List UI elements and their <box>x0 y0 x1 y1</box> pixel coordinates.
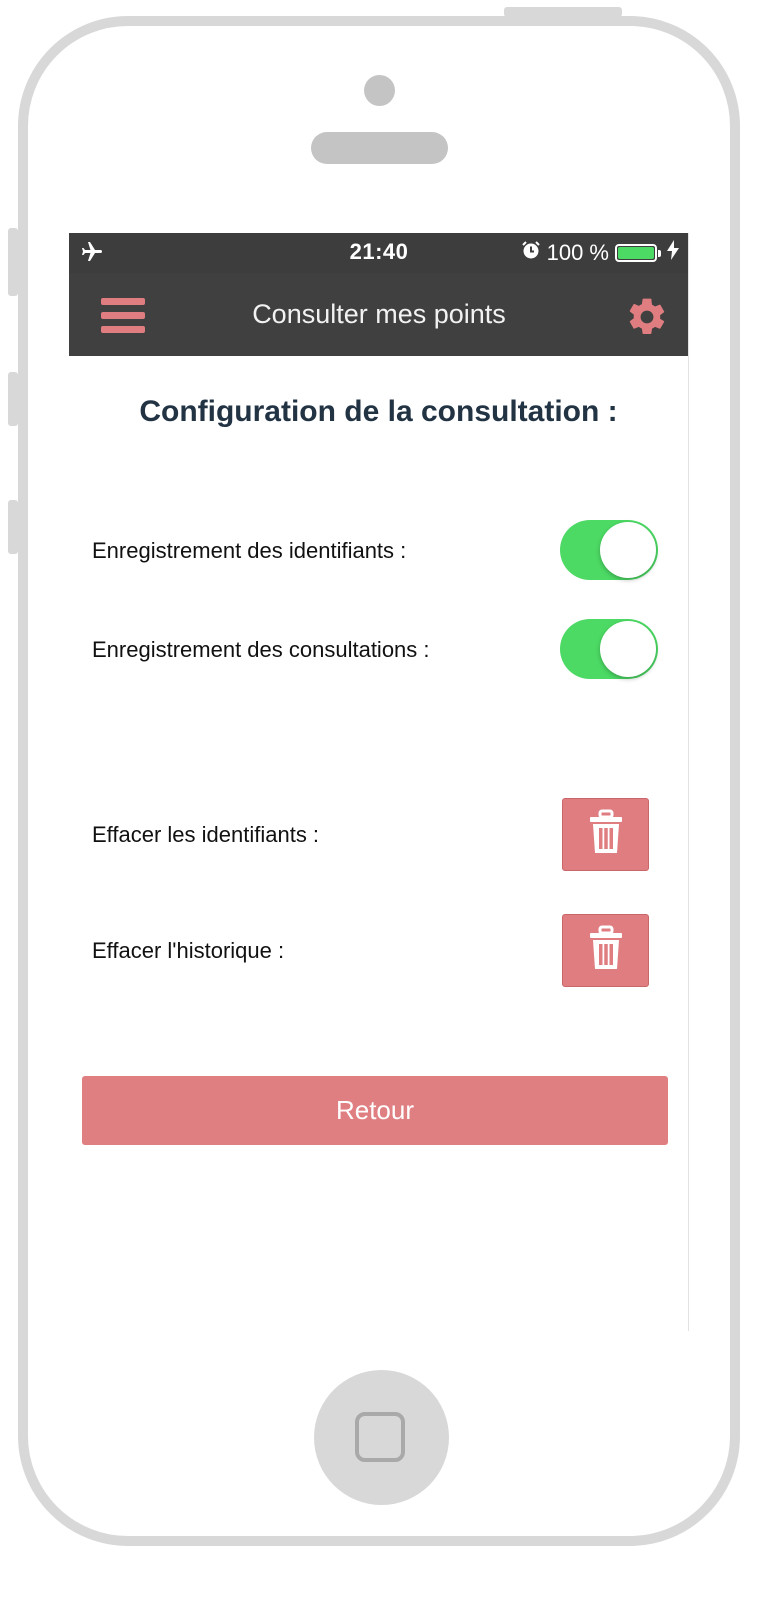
volume-down-button <box>8 500 18 554</box>
trash-icon <box>586 809 626 860</box>
home-button-square-icon <box>355 1412 405 1462</box>
section-heading: Configuration de la consultation : <box>139 395 618 428</box>
front-camera <box>364 75 395 106</box>
mute-switch <box>8 228 18 296</box>
back-button[interactable]: Retour <box>82 1076 668 1145</box>
toggle-knob <box>600 522 656 578</box>
delete-identifiants-button[interactable] <box>562 798 649 871</box>
toggle-save-consultations[interactable] <box>560 619 658 679</box>
app-screen: 21:40 100 % Consulter mes points Configu… <box>69 233 689 1331</box>
alarm-icon <box>521 240 541 266</box>
delete-historique-button[interactable] <box>562 914 649 987</box>
battery-icon <box>615 244 661 262</box>
trash-icon <box>586 925 626 976</box>
battery-percentage: 100 % <box>546 240 609 265</box>
status-bar: 21:40 100 % <box>69 233 688 273</box>
gear-icon[interactable] <box>625 295 669 339</box>
toggle-label-consultations: Enregistrement des consultations : <box>92 637 430 662</box>
toggle-knob <box>600 621 656 677</box>
toggle-label-identifiants: Enregistrement des identifiants : <box>92 538 407 563</box>
earpiece-speaker <box>311 132 448 164</box>
volume-up-button <box>8 372 18 426</box>
toggle-save-identifiants[interactable] <box>560 520 658 580</box>
charging-bolt-icon <box>667 240 679 266</box>
page-title: Consulter mes points <box>252 299 506 329</box>
delete-label-historique: Effacer l'historique : <box>92 938 285 963</box>
delete-label-identifiants: Effacer les identifiants : <box>92 822 320 847</box>
navigation-bar: Consulter mes points <box>69 273 688 356</box>
